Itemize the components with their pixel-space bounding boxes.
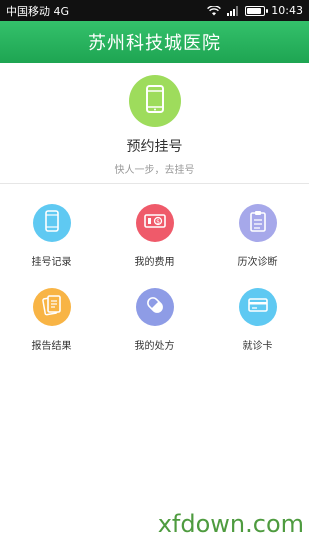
menu-icon-circle[interactable] xyxy=(32,288,71,326)
page-title: 苏州科技城医院 xyxy=(88,33,221,54)
battery-icon xyxy=(245,5,269,16)
clipboard-icon xyxy=(249,210,267,236)
menu-item-label: 报告结果 xyxy=(31,341,72,352)
divider xyxy=(0,183,309,184)
app-header: 苏州科技城医院 xyxy=(0,21,309,63)
signal-icon xyxy=(227,5,239,16)
carrier-label: 中国移动 4G xyxy=(6,4,70,18)
menu-icon-circle[interactable] xyxy=(135,288,174,326)
phone-icon xyxy=(142,84,168,118)
menu-icon-circle[interactable]: $ xyxy=(135,204,174,242)
menu-item-registration-records[interactable]: 挂号记录 xyxy=(0,204,103,268)
menu-item-report-results[interactable]: 报告结果 xyxy=(0,288,103,352)
menu-icon-circle[interactable] xyxy=(238,204,277,242)
appointment-subtitle: 快人一步，去挂号 xyxy=(114,165,195,176)
menu-item-label: 我的费用 xyxy=(134,257,175,268)
status-bar: 中国移动 4G 10:43 xyxy=(0,0,309,21)
svg-text:$: $ xyxy=(156,218,160,225)
menu-icon-circle[interactable] xyxy=(238,288,277,326)
clock: 10:43 xyxy=(271,4,303,17)
menu-icon-circle[interactable] xyxy=(32,204,71,242)
phone-icon xyxy=(43,210,61,236)
report-icon xyxy=(41,294,62,320)
menu-item-label: 挂号记录 xyxy=(31,257,72,268)
appointment-title[interactable]: 预约挂号 xyxy=(127,136,183,156)
watermark-text: xfdown.com xyxy=(157,510,304,538)
pill-icon xyxy=(145,295,165,319)
menu-item-label: 历次诊断 xyxy=(237,257,278,268)
menu-item-my-expenses[interactable]: $ 我的费用 xyxy=(103,204,206,268)
menu-item-my-prescriptions[interactable]: 我的处方 xyxy=(103,288,206,352)
menu-grid: 挂号记录 $ 我的费用 历次诊断 报告结果 我的处方 就诊卡 xyxy=(0,204,309,352)
menu-item-label: 就诊卡 xyxy=(242,341,273,352)
menu-item-label: 我的处方 xyxy=(134,341,175,352)
appointment-section: 预约挂号 快人一步，去挂号 xyxy=(0,63,309,183)
card-icon xyxy=(247,297,268,317)
money-icon: $ xyxy=(143,213,166,233)
menu-item-medical-card[interactable]: 就诊卡 xyxy=(206,288,309,352)
appointment-button[interactable] xyxy=(128,75,181,127)
wifi-icon xyxy=(207,5,222,16)
battery-fill xyxy=(247,7,261,14)
menu-item-diagnosis-history[interactable]: 历次诊断 xyxy=(206,204,309,268)
